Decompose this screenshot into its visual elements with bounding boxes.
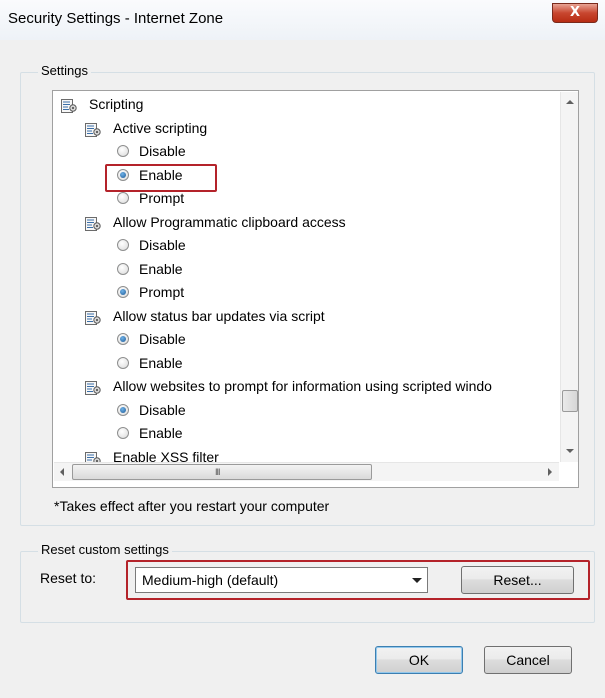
radio-icon[interactable] (117, 192, 129, 204)
radio-icon[interactable] (117, 356, 129, 369)
radio-checked-icon[interactable] (117, 403, 129, 416)
enable-highlight-box (105, 164, 217, 192)
scroll-up-icon[interactable] (566, 100, 574, 104)
tree-item-label: Enable (139, 354, 183, 371)
scroll-down-icon[interactable] (566, 449, 574, 453)
tree-item-label: Prompt (139, 284, 185, 300)
security-settings-dialog: Security Settings - Internet Zone X Sett… (0, 0, 605, 698)
settings-icon (61, 97, 77, 113)
settings-icon (85, 379, 101, 395)
tree-item-label: Enable (139, 425, 183, 441)
vertical-scroll-thumb[interactable] (562, 390, 578, 412)
tree-item-label: Active scripting (113, 119, 208, 136)
radio-icon[interactable] (117, 427, 129, 439)
tree-item-label: Allow Programmatic clipboard access (113, 213, 346, 230)
radio-icon[interactable] (117, 262, 129, 275)
tree-item-label: Disable (139, 143, 186, 159)
ok-button[interactable]: OK (375, 646, 463, 674)
tree-item-label: Disable (139, 237, 186, 253)
scroll-right-icon[interactable] (548, 468, 552, 476)
settings-icon (85, 121, 101, 137)
tree-item-label: Allow websites to prompt for information… (113, 378, 492, 394)
tree-item-label: Disable (139, 331, 186, 347)
horizontal-scroll-thumb[interactable]: III (72, 464, 372, 480)
settings-icon (85, 309, 101, 325)
tree-item-label: Allow status bar updates via script (113, 307, 325, 324)
vertical-scrollbar[interactable] (560, 92, 578, 462)
settings-icon (85, 215, 101, 231)
radio-icon[interactable] (117, 145, 129, 157)
close-button[interactable]: X (552, 3, 598, 23)
tree-item-label: Enable (139, 260, 183, 277)
title-bar[interactable]: Security Settings - Internet Zone X (0, 0, 605, 40)
reset-group-label: Reset custom settings (38, 542, 172, 557)
scroll-grip-icon: III (215, 467, 220, 477)
scroll-left-icon[interactable] (60, 468, 64, 476)
cancel-button[interactable]: Cancel (484, 646, 572, 674)
restart-note: *Takes effect after you restart your com… (54, 498, 330, 514)
radio-checked-icon[interactable] (117, 286, 129, 298)
close-icon: X (569, 5, 581, 20)
settings-group-label: Settings (38, 63, 91, 78)
radio-icon[interactable] (117, 239, 129, 251)
reset-to-label: Reset to: (40, 570, 97, 586)
horizontal-scrollbar[interactable]: III (54, 462, 559, 481)
radio-checked-icon[interactable] (117, 333, 129, 345)
settings-tree[interactable]: Scripting Active scripting Disable Enable Pr… (52, 90, 579, 488)
reset-highlight-box (126, 560, 590, 600)
tree-item-label: Disable (139, 401, 186, 418)
tree-item-label: Scripting (89, 96, 144, 112)
dialog-title: Security Settings - Internet Zone (8, 10, 224, 27)
